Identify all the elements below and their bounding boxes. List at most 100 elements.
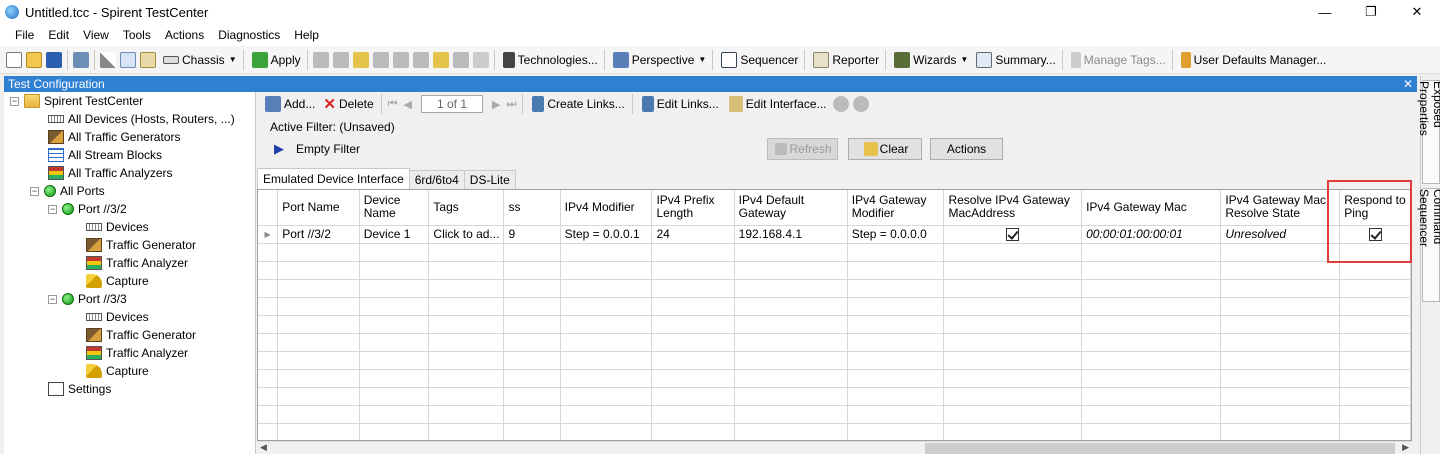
menu-view[interactable]: View — [76, 28, 116, 42]
delete-button[interactable]: ✕ Delete — [323, 95, 373, 113]
port-name-cell[interactable]: Port //3/2 — [277, 225, 360, 244]
tree-node-port[interactable]: − Port //3/2 — [48, 200, 127, 218]
column-header[interactable]: ss — [503, 190, 561, 226]
menu-edit[interactable]: Edit — [41, 28, 76, 42]
tree-node-port[interactable]: − Port //3/3 — [48, 290, 127, 308]
stop-traffic-icon[interactable] — [412, 51, 429, 68]
scroll-right-icon[interactable]: ▶ — [1402, 442, 1409, 453]
column-header[interactable]: IPv4 Gateway Mac — [1081, 190, 1222, 226]
tree-node-all-traffic-analyzers[interactable]: All Traffic Analyzers — [48, 164, 172, 182]
tab-exposed-properties[interactable]: Exposed Properties — [1417, 80, 1440, 184]
save-all-icon[interactable] — [73, 51, 89, 68]
row-selector[interactable]: ▶ — [258, 225, 279, 244]
tab-6rd-6to4[interactable]: 6rd/6to4 — [408, 170, 465, 189]
tree-node-all-traffic-generators[interactable]: All Traffic Generators — [48, 128, 181, 146]
scroll-left-icon[interactable]: ◀ — [260, 442, 267, 453]
minimize-button[interactable]: — — [1302, 0, 1348, 24]
user-defaults-manager-button[interactable]: User Defaults Manager... — [1179, 51, 1326, 68]
connect-icon[interactable] — [312, 51, 329, 68]
last-page-icon[interactable]: ⏭ — [506, 98, 516, 111]
tab-ds-lite[interactable]: DS-Lite — [463, 170, 516, 189]
tags-cell[interactable]: Click to ad... — [428, 225, 505, 244]
column-header[interactable]: Port Name — [277, 190, 360, 226]
tree-node-devices[interactable]: Devices — [86, 308, 149, 326]
column-header[interactable]: IPv4 Modifier — [560, 190, 653, 226]
restore-button[interactable]: ❐ — [1348, 0, 1394, 24]
device-name-cell[interactable]: Device 1 — [359, 225, 430, 244]
tree-node-all-stream-blocks[interactable]: All Stream Blocks — [48, 146, 162, 164]
ipv4-gateway-mac-cell[interactable]: 00:00:01:00:00:01 — [1081, 225, 1222, 244]
table-row[interactable]: ▶ Port //3/2 Device 1 Click to ad... 9 S… — [258, 225, 1411, 244]
globe-icon[interactable] — [832, 96, 849, 112]
resolve-state-cell[interactable]: Unresolved — [1220, 225, 1341, 244]
tab-emulated-device-interface[interactable]: Emulated Device Interface — [257, 168, 410, 189]
disconnect-icon[interactable] — [332, 51, 349, 68]
save-icon[interactable] — [46, 51, 62, 68]
paste-icon[interactable] — [140, 51, 156, 68]
next-page-icon[interactable]: ▶ — [492, 98, 500, 111]
ipv4-prefix-length-cell[interactable]: 24 — [651, 225, 735, 244]
page-indicator[interactable]: 1 of 1 — [421, 95, 483, 113]
column-header[interactable]: IPv4 Gateway Mac Resolve State — [1220, 190, 1341, 226]
tree-node-settings[interactable]: Settings — [48, 380, 111, 398]
menu-diagnostics[interactable]: Diagnostics — [211, 28, 287, 42]
expand-arrow-icon[interactable]: ▶ — [274, 141, 284, 157]
menu-tools[interactable]: Tools — [116, 28, 158, 42]
previous-page-icon[interactable]: ◀ — [404, 98, 412, 111]
perspective-dropdown[interactable]: Perspective ▼ — [611, 51, 706, 68]
resolve-gateway-mac-cell[interactable] — [943, 225, 1083, 244]
manage-tags-button[interactable]: Manage Tags... — [1069, 51, 1166, 68]
first-page-icon[interactable]: ⏮ — [388, 98, 398, 111]
refresh-button[interactable]: Refresh — [767, 138, 838, 160]
reporter-button[interactable]: Reporter — [811, 51, 879, 68]
tree-node-devices[interactable]: Devices — [86, 218, 149, 236]
open-folder-icon[interactable] — [26, 51, 42, 68]
tree-node-traffic-generator[interactable]: Traffic Generator — [86, 236, 196, 254]
summary-button[interactable]: Summary... — [974, 51, 1056, 68]
tree-node-all-devices[interactable]: All Devices (Hosts, Routers, ...) — [48, 110, 235, 128]
column-header[interactable]: Tags — [428, 190, 505, 226]
tree-node-root[interactable]: − Spirent TestCenter — [10, 92, 143, 110]
column-header[interactable]: Resolve IPv4 Gateway MacAddress — [943, 190, 1083, 226]
copy-icon[interactable] — [120, 51, 136, 68]
ipv4-default-gateway-cell[interactable]: 192.168.4.1 — [734, 225, 848, 244]
menu-help[interactable]: Help — [287, 28, 326, 42]
clear-button[interactable]: Clear — [848, 138, 922, 160]
tree-node-traffic-generator[interactable]: Traffic Generator — [86, 326, 196, 344]
capture-stop-icon[interactable] — [452, 51, 469, 68]
tree-node-traffic-analyzer[interactable]: Traffic Analyzer — [86, 254, 188, 272]
globe-settings-icon[interactable] — [852, 96, 869, 112]
new-file-icon[interactable] — [6, 51, 22, 68]
resolve-gateway-mac-checkbox[interactable] — [1006, 228, 1020, 242]
wizards-dropdown[interactable]: Wizards ▼ — [892, 51, 968, 68]
chassis-dropdown[interactable]: Chassis ▼ — [161, 53, 237, 67]
tree-node-traffic-analyzer[interactable]: Traffic Analyzer — [86, 344, 188, 362]
capture-icon[interactable] — [432, 51, 449, 68]
apply-button[interactable]: Apply — [250, 51, 301, 68]
lock-icon[interactable] — [472, 51, 489, 68]
edit-interface-button[interactable]: Edit Interface... — [727, 96, 827, 112]
tree-node-capture[interactable]: Capture — [86, 362, 149, 380]
cut-icon[interactable] — [100, 51, 116, 68]
scrollbar-thumb[interactable] — [925, 443, 1395, 454]
sequencer-button[interactable]: Sequencer — [719, 51, 798, 68]
start-devices-icon[interactable] — [352, 51, 369, 68]
menu-file[interactable]: File — [8, 28, 41, 42]
empty-filter-row[interactable]: ▶ Empty Filter — [274, 141, 360, 157]
panel-close-icon[interactable]: ✕ — [1403, 76, 1413, 92]
actions-button[interactable]: Actions — [930, 138, 1003, 160]
column-header[interactable]: IPv4 Default Gateway — [734, 190, 848, 226]
close-button[interactable]: ✕ — [1394, 0, 1440, 24]
ipv4-gateway-modifier-cell[interactable]: Step = 0.0.0.0 — [847, 225, 945, 244]
horizontal-scrollbar[interactable]: ◀ ▶ — [257, 441, 1412, 454]
column-header[interactable]: Device Name — [359, 190, 430, 226]
add-button[interactable]: Add... — [263, 96, 315, 112]
start-traffic-icon[interactable] — [392, 51, 409, 68]
column-header[interactable]: IPv4 Gateway Modifier — [847, 190, 945, 226]
tree-node-all-ports[interactable]: − All Ports — [30, 182, 105, 200]
technologies-button[interactable]: Technologies... — [501, 51, 598, 68]
tree-node-capture[interactable]: Capture — [86, 272, 149, 290]
menu-actions[interactable]: Actions — [158, 28, 211, 42]
address-cell[interactable]: 9 — [503, 225, 561, 244]
column-header[interactable]: IPv4 Prefix Length — [651, 190, 735, 226]
